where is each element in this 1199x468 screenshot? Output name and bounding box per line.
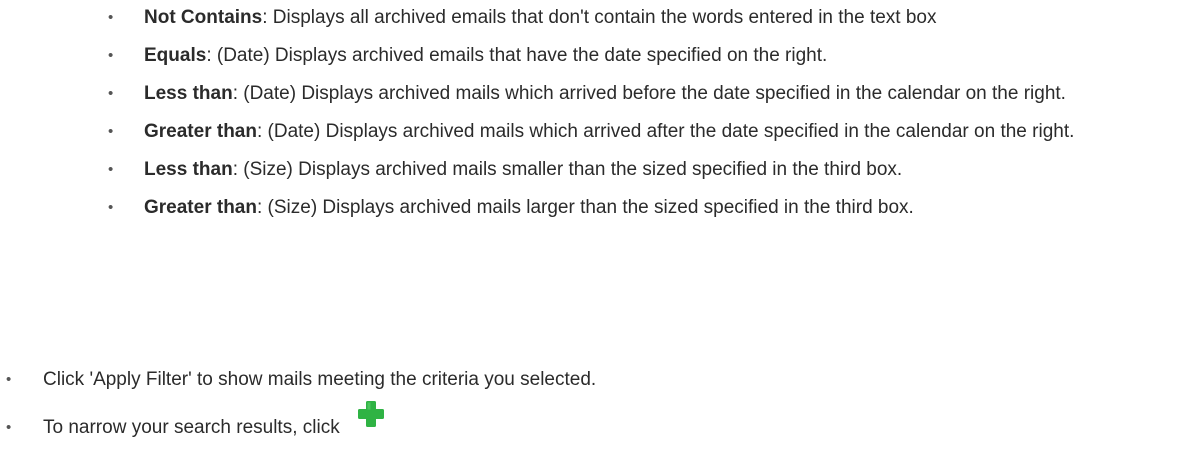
bullet: • xyxy=(6,371,12,388)
option-description: : (Date) Displays archived mails which a… xyxy=(232,83,1066,104)
step-narrow-search: • To narrow your search results, click xyxy=(0,401,1180,441)
filter-option-greater-than-size: • Greater than: (Size) Displays archived… xyxy=(108,194,1188,221)
option-description: : Displays all archived emails that don'… xyxy=(262,7,937,28)
bullet: • xyxy=(108,9,114,26)
filter-option-equals: • Equals: (Date) Displays archived email… xyxy=(108,42,1188,69)
steps-list: • Click 'Apply Filter' to show mails mee… xyxy=(0,366,1180,462)
plus-icon xyxy=(357,400,385,428)
bullet: • xyxy=(108,47,114,64)
option-term: Greater than xyxy=(144,121,257,142)
option-description: : (Size) Displays archived mails larger … xyxy=(256,197,914,218)
option-term: Greater than xyxy=(144,197,257,218)
filter-option-less-than-date: • Less than: (Date) Displays archived ma… xyxy=(108,80,1188,107)
filter-option-less-than-size: • Less than: (Size) Displays archived ma… xyxy=(108,156,1188,183)
bullet: • xyxy=(108,199,114,216)
step-text: To narrow your search results, click xyxy=(43,417,340,439)
step-text: Click 'Apply Filter' to show mails meeti… xyxy=(43,369,597,390)
filter-option-greater-than-date: • Greater than: (Date) Displays archived… xyxy=(108,118,1188,145)
option-term: Not Contains xyxy=(144,7,263,28)
option-term: Less than xyxy=(144,159,233,180)
option-term: Less than xyxy=(144,83,233,104)
option-description: : (Size) Displays archived mails smaller… xyxy=(232,159,903,180)
option-description: : (Date) Displays archived mails which a… xyxy=(256,121,1075,142)
option-description: : (Date) Displays archived emails that h… xyxy=(206,45,828,66)
bullet: • xyxy=(108,85,114,102)
bullet: • xyxy=(108,123,114,140)
plus-icon-graphic xyxy=(358,401,384,427)
bullet: • xyxy=(6,419,12,436)
filter-option-not-contains: • Not Contains: Displays all archived em… xyxy=(108,4,1188,31)
step-apply-filter: • Click 'Apply Filter' to show mails mee… xyxy=(0,366,1180,393)
bullet: • xyxy=(108,161,114,178)
option-term: Equals xyxy=(144,45,207,66)
filter-options-list: • Not Contains: Displays all archived em… xyxy=(108,4,1188,232)
